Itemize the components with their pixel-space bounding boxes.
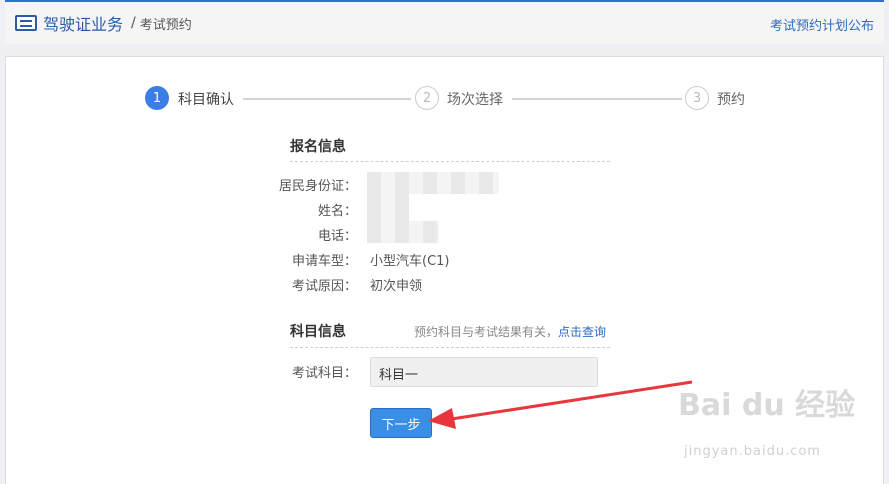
step-2-circle: 2 — [415, 86, 439, 110]
divider — [290, 347, 610, 348]
vehicle-type-label: 申请车型： — [291, 254, 357, 269]
baidu-watermark-url: jingyan.baidu.com — [684, 444, 821, 459]
exam-reason-value: 初次申领 — [370, 279, 423, 294]
breadcrumb-current: 考试预约 — [139, 17, 192, 33]
exam-subject-label: 考试科目： — [291, 366, 357, 381]
step-connector — [243, 98, 411, 100]
baidu-watermark: Bai du 经验 — [678, 388, 856, 423]
step-1-label: 科目确认 — [178, 92, 234, 108]
list-icon — [15, 15, 37, 31]
id-card-value-masked — [367, 172, 499, 194]
breadcrumb-title[interactable]: 驾驶证业务 — [43, 11, 123, 35]
subject-title: 科目信息 — [290, 324, 346, 340]
query-link[interactable]: 点击查询 — [558, 325, 606, 339]
registration-title: 报名信息 — [290, 139, 346, 155]
subject-hint: 预约科目与考试结果有关，点击查询 — [414, 323, 606, 340]
step-2-label: 场次选择 — [447, 92, 503, 108]
exam-plan-link[interactable]: 考试预约计划公布 — [770, 15, 874, 34]
vehicle-type-value: 小型汽车(C1) — [370, 254, 450, 269]
next-step-button[interactable]: 下一步 — [370, 408, 432, 438]
breadcrumb-bar: 驾驶证业务 / 考试预约 考试预约计划公布 — [5, 0, 884, 44]
name-label: 姓名： — [317, 204, 357, 219]
step-3-label: 预约 — [717, 92, 745, 108]
step-3-circle: 3 — [685, 86, 709, 110]
breadcrumb-separator: / — [131, 15, 136, 31]
step-indicator: 1 科目确认 2 场次选择 3 预约 — [145, 86, 755, 112]
step-connector — [512, 98, 682, 100]
phone-label: 电话： — [317, 229, 357, 244]
divider — [290, 161, 610, 162]
exam-reason-label: 考试原因： — [291, 279, 357, 294]
exam-subject-field[interactable]: 科目一 — [370, 357, 598, 387]
step-1-circle: 1 — [145, 86, 169, 110]
phone-value-masked — [367, 221, 439, 243]
id-card-label: 居民身份证： — [278, 179, 357, 194]
subject-hint-text: 预约科目与考试结果有关， — [414, 325, 559, 339]
